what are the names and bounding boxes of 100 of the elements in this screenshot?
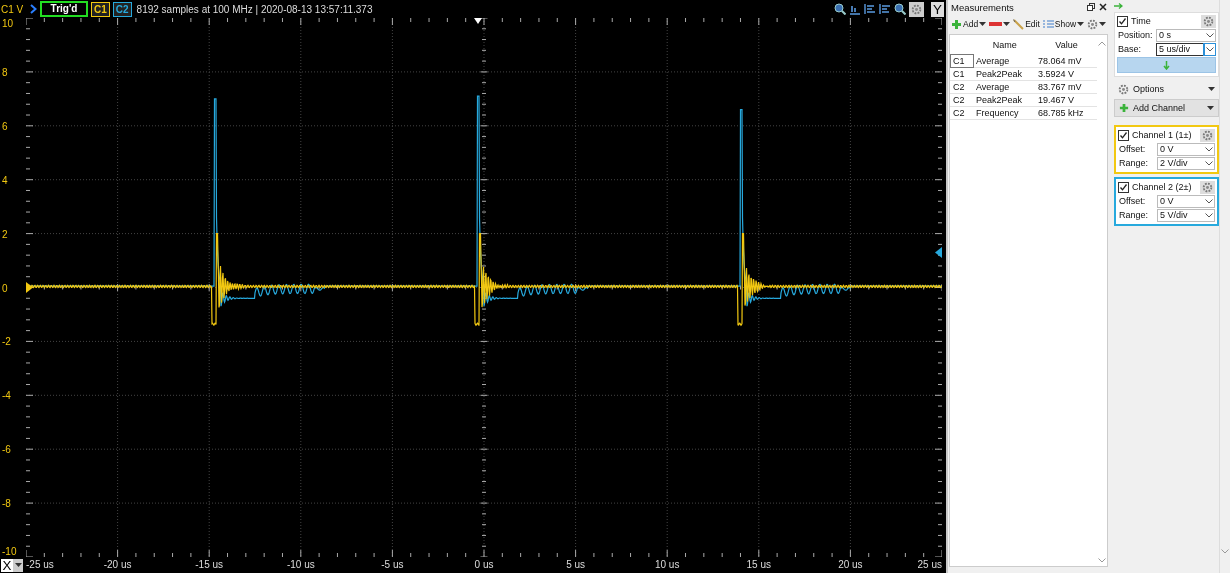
field-label: Offset:	[1118, 196, 1147, 206]
table-cell: Average	[973, 80, 1036, 94]
channel-toggle[interactable]: C1	[91, 1, 110, 17]
gear-icon	[1087, 18, 1099, 30]
dropdown[interactable]: 0 V	[1157, 142, 1216, 156]
plus-icon	[951, 18, 962, 30]
scroll-up-icon[interactable]	[1098, 41, 1107, 46]
settings-button[interactable]	[1087, 18, 1107, 30]
x-tick-label: -5 us	[381, 558, 404, 572]
caret-icon	[1003, 22, 1011, 26]
zoom-in-icon[interactable]	[834, 3, 846, 15]
align-bottom-icon[interactable]	[849, 3, 861, 15]
checkbox[interactable]	[1118, 129, 1129, 141]
y-tick-label: 0	[2, 282, 8, 293]
field-label: Base:	[1117, 44, 1142, 54]
scroll-down-icon[interactable]	[1098, 558, 1107, 563]
field-label: Range:	[1118, 210, 1150, 220]
caret-icon	[14, 563, 22, 567]
checkbox[interactable]	[1117, 15, 1128, 27]
trigger-status: Trig'd	[40, 1, 88, 17]
y-tick-label: 6	[2, 120, 8, 132]
field-label: Offset:	[1118, 144, 1147, 154]
field-label: Range:	[1118, 158, 1150, 168]
caret-icon	[1208, 87, 1216, 91]
dropdown[interactable]: 0 V	[1157, 194, 1216, 208]
gear-icon	[1118, 83, 1129, 95]
group-title: Channel 2 (2±)	[1132, 182, 1192, 192]
gear-icon	[1202, 129, 1214, 141]
options-menu[interactable]: Options	[1114, 81, 1220, 97]
y-tick-label: -10	[2, 546, 17, 557]
column-header: Name	[973, 35, 1036, 55]
axis-selector[interactable]: X	[1, 558, 23, 572]
gear-icon	[911, 3, 922, 15]
table-cell: Peak2Peak	[973, 93, 1036, 107]
restore-icon[interactable]	[1087, 3, 1095, 11]
y-tick-label: 10	[2, 18, 14, 29]
y-tick-label: -8	[2, 497, 11, 509]
list-icon	[1042, 19, 1054, 29]
zoom-out-icon[interactable]	[894, 3, 906, 15]
add-channel-button[interactable]: Add Channel	[1114, 99, 1220, 117]
x-tick-label: 15 us	[746, 558, 772, 572]
table-cell: C2	[950, 93, 974, 107]
pencil-icon	[1013, 18, 1025, 30]
table-cell: 83.767 mV	[1035, 80, 1098, 94]
channel-marker-icon	[26, 282, 33, 293]
x-tick-label: 5 us	[566, 558, 586, 572]
x-tick-label: 20 us	[838, 558, 863, 572]
chevron-right-icon[interactable]	[30, 4, 37, 14]
table-cell: 19.467 V	[1035, 93, 1098, 107]
y-tick-label: 8	[2, 66, 8, 78]
minus-icon	[989, 21, 1003, 27]
y-axis-button[interactable]: Y	[931, 1, 944, 17]
table-cell: C2	[950, 106, 974, 120]
table-cell: 78.064 mV	[1035, 54, 1098, 68]
close-icon[interactable]	[1099, 3, 1107, 11]
add-button[interactable]: Add	[951, 18, 987, 30]
caret-icon	[1077, 22, 1085, 26]
y-tick-label: 2	[2, 228, 8, 240]
field-label: Position:	[1117, 30, 1154, 40]
caret-icon	[1207, 106, 1215, 110]
table-cell: Frequency	[973, 106, 1036, 120]
acquisition-info: 8192 samples at 100 MHz | 2020-08-13 13:57:11.373	[136, 3, 373, 15]
table-cell: 68.785 kHz	[1035, 106, 1098, 120]
edit-button[interactable]: Edit	[1013, 18, 1040, 30]
plus-icon	[1119, 103, 1129, 113]
axis-unit-label: C1 V	[1, 3, 25, 15]
settings-button[interactable]	[909, 1, 924, 17]
checkbox[interactable]	[1118, 181, 1129, 193]
trigger-marker-icon	[474, 18, 482, 24]
caret-icon	[1099, 22, 1107, 26]
arrow-down-icon	[1163, 60, 1171, 70]
column-header: Value	[1054, 38, 1079, 52]
dropdown[interactable]: 2 V/div	[1157, 156, 1216, 170]
group-title: Time	[1131, 16, 1151, 26]
align-left-icon[interactable]	[864, 3, 876, 15]
table-cell: Average	[973, 54, 1036, 68]
y-tick-label: -6	[2, 443, 11, 455]
table-cell: 3.5924 V	[1035, 67, 1098, 81]
x-tick-label: -25 us	[26, 558, 54, 572]
remove-button[interactable]	[989, 21, 1011, 27]
caret-icon	[979, 22, 987, 26]
dropdown[interactable]: 5 us/div	[1156, 42, 1217, 56]
y-tick-label: -2	[2, 335, 11, 347]
x-tick-label: -20 us	[103, 558, 132, 572]
channel-toggle[interactable]: C2	[112, 1, 132, 17]
x-tick-label: -15 us	[195, 558, 224, 572]
dropdown[interactable]: 5 V/div	[1157, 208, 1216, 222]
y-tick-label: 4	[2, 174, 8, 186]
x-tick-label: 25 us	[917, 558, 942, 572]
table-cell: C1	[950, 54, 974, 68]
gear-icon	[1203, 15, 1215, 27]
panel-title: Measurements	[951, 1, 1014, 13]
group-title: Channel 1 (1±)	[1132, 130, 1192, 140]
show-button[interactable]: Show	[1042, 19, 1085, 29]
table-cell: Peak2Peak	[973, 67, 1036, 81]
table-cell: C1	[950, 67, 974, 81]
dropdown[interactable]: 0 s	[1156, 28, 1217, 42]
y-tick-label: -4	[2, 389, 11, 401]
gear-icon	[1202, 181, 1214, 193]
x-tick-label: -10 us	[286, 558, 315, 572]
